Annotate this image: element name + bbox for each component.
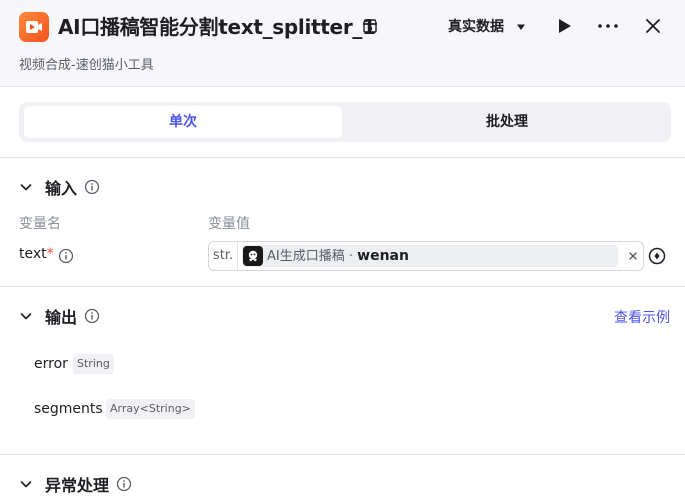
info-icon[interactable] [84,179,100,195]
output-field-name: segments [34,401,103,417]
play-icon[interactable] [555,17,573,35]
tab-batch[interactable]: 批处理 [348,106,666,138]
run-mode-tabs: 单次 批处理 [19,102,671,142]
type-badge: str. [209,242,238,270]
variable-value-input[interactable]: str. AI生成口播稿 · wenan [208,241,644,271]
output-field-name: error [34,356,68,372]
view-example-link[interactable]: 查看示例 [614,307,670,327]
node-title[interactable]: AI口播稿智能分割text_splitter_1 [58,12,376,42]
reference-separator: · [344,249,358,264]
param-name: text* [19,246,54,262]
node-avatar-icon [243,246,263,266]
tab-single[interactable]: 单次 [24,106,342,138]
column-label-name: 变量名 [19,216,61,232]
chevron-down-icon[interactable] [19,477,33,491]
chevron-down-icon[interactable] [19,309,33,323]
reference-text: AI生成口播稿 · wenan [267,245,409,268]
param-name-text: text [19,246,47,262]
chevron-down-icon[interactable] [19,180,33,194]
node-subtitle: 视频合成-速创猫小工具 [19,58,154,73]
reference-node: AI生成口播稿 [267,249,345,264]
section-title: 输入 [45,179,78,198]
exception-section-header[interactable]: 异常处理 [19,473,132,495]
data-mode-select[interactable]: 真实数据 [448,16,504,38]
panel-header: AI口播稿智能分割text_splitter_1 真实数据 视频合成-速创猫小工… [0,0,685,87]
info-icon[interactable] [58,248,74,264]
clear-icon[interactable] [628,251,638,261]
output-section-header[interactable]: 输出 [19,305,100,327]
required-mark: * [46,246,54,262]
output-field-type: Array<String> [106,399,195,419]
divider [0,286,685,287]
output-field-type: String [73,354,114,374]
section-title: 异常处理 [45,476,110,495]
section-title: 输出 [45,308,78,327]
column-label-value: 变量值 [208,216,250,232]
divider [0,454,685,455]
info-icon[interactable] [116,476,132,492]
caret-down-icon[interactable] [515,21,527,33]
more-icon[interactable] [597,17,619,35]
reference-variable: wenan [357,248,409,264]
divider [0,157,685,158]
shop-icon[interactable] [362,18,378,34]
video-app-icon [19,12,49,42]
close-icon[interactable] [644,17,662,35]
variable-reference-chip[interactable]: AI生成口播稿 · wenan [242,245,618,267]
info-icon[interactable] [84,308,100,324]
input-section-header[interactable]: 输入 [19,176,100,198]
variable-picker-icon[interactable] [648,247,666,265]
